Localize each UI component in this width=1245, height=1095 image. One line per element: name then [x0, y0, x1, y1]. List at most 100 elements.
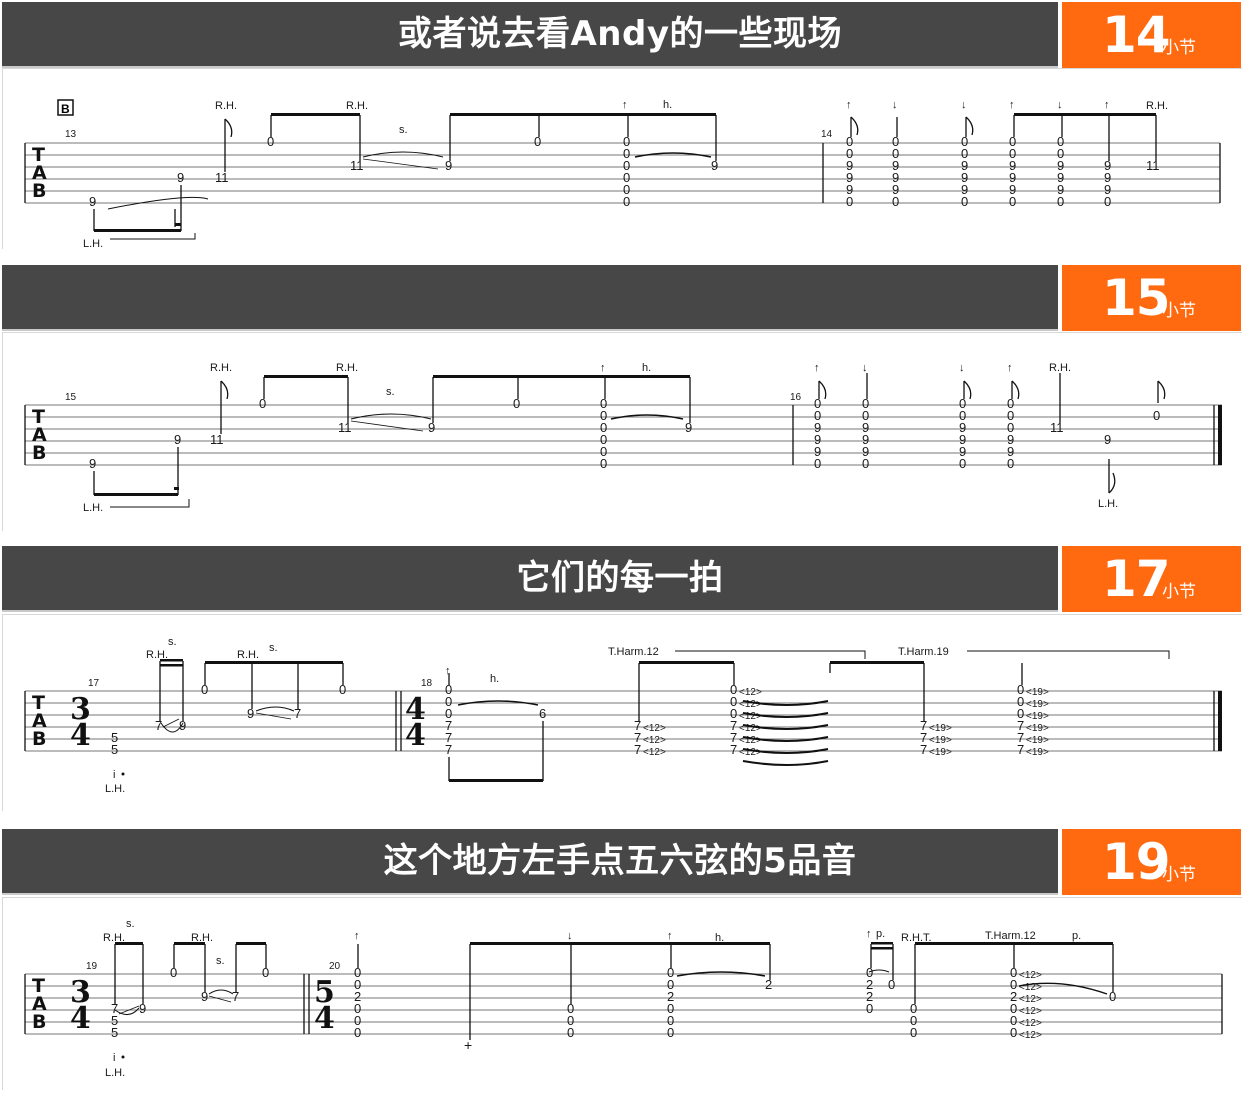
tab-note: 11	[350, 158, 364, 173]
pull-label: p.	[876, 928, 885, 940]
tharm-label: T.Harm.19	[898, 646, 949, 658]
tab-note: 0	[354, 1025, 361, 1040]
measure-unit: 小节	[1162, 38, 1196, 58]
rh-label: R.H.	[1049, 362, 1071, 374]
up-arrow: ↑	[814, 362, 820, 374]
slide-label: s.	[216, 955, 225, 967]
rh-label: R.H.	[210, 362, 232, 374]
tab-note: 9	[685, 420, 692, 435]
harmonic-label: <12>	[1019, 1030, 1042, 1041]
tab-note: 7	[445, 742, 452, 757]
tab-note: 7	[730, 742, 737, 757]
down-arrow: ↓	[959, 362, 965, 374]
down-arrow: ↓	[892, 99, 898, 111]
bar-number: 20	[329, 961, 341, 972]
rh-label: R.H.	[103, 932, 125, 944]
tab-note: 0	[1057, 194, 1064, 209]
down-arrow: ↓	[1057, 99, 1063, 111]
bar-number: 17	[88, 678, 100, 689]
bar-number: 14	[821, 129, 833, 140]
harmonic-label: <12>	[643, 723, 666, 734]
tab-clef-b: B	[32, 180, 46, 202]
staff-4: T A B 3 4 5 4 19 20 7 5 5 9 0 9 7 0 0 0 …	[2, 897, 1242, 1090]
staff-3: T A B 3 4 4 4 17 18 5 5 7 9 0 9 7 0 0 0 …	[2, 614, 1242, 811]
section-title	[0, 265, 1240, 329]
section-header: 它们的每一拍 17 小节	[0, 546, 1245, 612]
tab-note: 9	[89, 194, 96, 209]
staff-2: T A B 15 16 9 9 11 0 11 9 0 0 0 0 0 0 9 …	[2, 332, 1242, 531]
harmonic-label: <12>	[643, 735, 666, 746]
tab-note: 9	[177, 170, 184, 185]
rh-label: R.H.	[215, 100, 237, 112]
measure-unit: 小节	[1162, 301, 1196, 321]
lh-label: L.H.	[83, 502, 103, 514]
tab-note: 11	[1146, 158, 1160, 173]
tharm-label: T.Harm.12	[985, 930, 1036, 942]
lh-label: L.H.	[1098, 498, 1118, 510]
hammer-label: h.	[663, 99, 672, 111]
harmonic-label: <12>	[739, 723, 762, 734]
tab-staff-2: T A B 15 16 9 9 11 0 11 9 0 0 0 0 0 0 9 …	[24, 362, 1222, 514]
slide-label: s.	[126, 918, 135, 930]
up-arrow: ↑	[622, 99, 628, 111]
tab-note: 0	[513, 396, 520, 411]
up-arrow: ↑	[600, 362, 606, 374]
up-arrow: ↑	[445, 665, 451, 677]
time-signature-bottom: 4	[70, 1001, 91, 1036]
bar-number: 16	[790, 392, 802, 403]
bar-number: 13	[65, 129, 77, 140]
measure-unit: 小节	[1162, 865, 1196, 885]
tab-note: 7	[634, 742, 641, 757]
rehearsal-mark: B	[61, 102, 70, 116]
section-title: 它们的每一拍	[516, 558, 724, 598]
tab-note: 0	[534, 134, 541, 149]
tab-note: 0	[259, 396, 266, 411]
up-arrow: ↑	[846, 99, 852, 111]
rh-label: R.H.	[346, 100, 368, 112]
down-arrow: ↓	[567, 930, 573, 942]
tab-note: 0	[567, 1025, 574, 1040]
tab-note: 7	[155, 718, 162, 733]
measure-badge: 14 小节	[1062, 2, 1241, 68]
harmonic-label: <12>	[1019, 970, 1042, 981]
tab-note: 0	[892, 194, 899, 209]
staff-1: T A B B 13 14 9 9 11 0 11 9 0 0 0 0 0 0 …	[2, 68, 1242, 250]
tab-note: 0	[959, 456, 966, 471]
measure-number: 15	[1102, 269, 1171, 327]
down-arrow: ↓	[862, 362, 868, 374]
harmonic-label: <12>	[739, 699, 762, 710]
up-arrow: ↑	[667, 930, 673, 942]
harmonic-label: <19>	[1026, 711, 1049, 722]
section-title: 这个地方左手点五六弦的5品音	[383, 841, 857, 881]
tab-note: 0	[1010, 1025, 1017, 1040]
tab-note: 0	[888, 977, 895, 992]
harmonic-label: <12>	[739, 687, 762, 698]
tab-note: 9	[89, 456, 96, 471]
down-arrow: ↓	[961, 99, 967, 111]
harmonic-label: <12>	[643, 747, 666, 758]
lh-marker: i	[113, 1052, 115, 1064]
lh-label: L.H.	[83, 238, 103, 249]
tab-note: 9	[428, 420, 435, 435]
section-header: 15 小节	[0, 265, 1245, 331]
tab-note: 0	[1104, 194, 1111, 209]
tab-note: 9	[445, 158, 452, 173]
tab-note: 0	[600, 456, 607, 471]
rh-label: R.H.	[191, 932, 213, 944]
hammer-label: h.	[490, 673, 499, 685]
time-signature-bottom: 4	[405, 718, 426, 753]
hammer-label: h.	[642, 362, 651, 374]
up-arrow: ↑	[1104, 99, 1110, 111]
harmonic-label: <19>	[929, 723, 952, 734]
tab-note: 0	[1009, 194, 1016, 209]
tab-note: 0	[866, 1001, 873, 1016]
tab-note: 0	[1153, 408, 1160, 423]
bar-number: 15	[65, 392, 77, 403]
section-header: 或者说去看Andy的一些现场 14 小节	[0, 2, 1245, 68]
tab-note: 0	[1007, 456, 1014, 471]
hammer-label: h.	[715, 932, 724, 944]
harmonic-label: <19>	[1026, 723, 1049, 734]
tab-note: 7	[1017, 742, 1024, 757]
tab-note: 11	[210, 432, 224, 447]
tab-note: 6	[539, 706, 546, 721]
